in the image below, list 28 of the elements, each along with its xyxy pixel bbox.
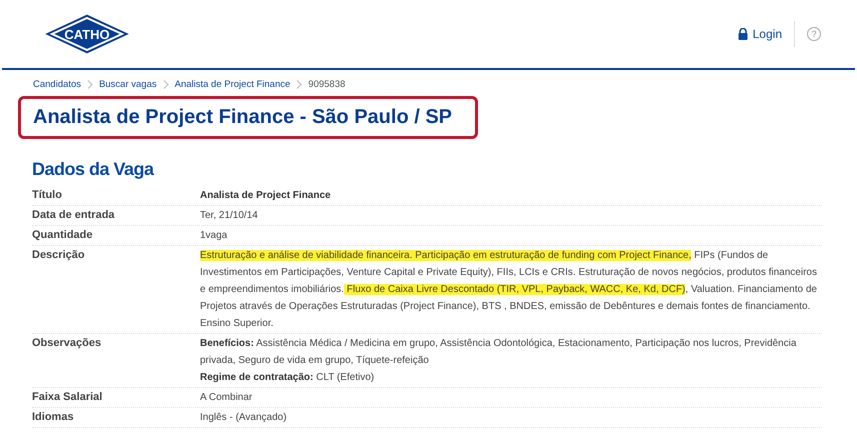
field-label: Título [32, 188, 63, 203]
field-label: Faixa Salarial [32, 390, 104, 405]
breadcrumb-item[interactable]: Candidatos [33, 79, 82, 90]
field-value: Inglês - (Avançado) [200, 411, 287, 425]
field-value: Analista de Project Finance [200, 189, 331, 203]
field-label: Quantidade [32, 228, 94, 243]
field-value: Ter, 21/10/14 [200, 209, 258, 223]
field-label: Data de entrada [32, 208, 116, 223]
chevron-icon [162, 80, 169, 89]
field-label: Descrição [32, 248, 86, 263]
field-value: 1vaga [200, 229, 228, 243]
description-text: Estruturação e análise de viabilidade financeira. Participação em estruturação de funding com Project Finance, FIPs (Fundos de Investimentos em Participações, Venture Capital e Private Equity), FIIs, LCIs e CRIs. Estruturação de novos negócios, produtos financeiros e empreendimentos imobiliários. Fluxo de Caixa Livre Descontado (TIR, VPL, Payback, WACC, Ke, Kd, DCF), Valuation. Financiamento de Projetos através de Operações Estruturadas (Project Finance), BTS , BNDES, emissão de Debêntures e demais fontes de financiamento. [200, 249, 818, 314]
field-value: Regime de contratação: CLT (Efetivo) [200, 371, 374, 385]
logo[interactable]: CATHO [42, 12, 132, 56]
field-label: Observações [32, 336, 102, 351]
lock-icon [738, 28, 748, 40]
chevron-icon [296, 80, 302, 89]
section-title: Dados da Vaga [32, 159, 156, 180]
breadcrumb-item[interactable]: Buscar vagas [99, 79, 157, 90]
field-label: Idiomas [32, 410, 75, 425]
field-value: Benefícios: Assistência Médica / Medicina em grupo, Assistência Odontológica, Estacionamento, Participação nos lucros, Previdência privada, Seguro de vida em grupo, Tíquete-refeição [200, 337, 798, 368]
job-title: Analista de Project Finance - São Paulo / SP [33, 106, 454, 129]
description-text: Ensino Superior. [200, 317, 274, 331]
breadcrumb-item: 9095838 [308, 79, 346, 90]
breadcrumb-item[interactable]: Analista de Project Finance [174, 79, 290, 90]
field-value: A Combinar [200, 391, 252, 405]
chevron-icon [87, 80, 94, 89]
login-link[interactable]: Login [738, 21, 795, 47]
